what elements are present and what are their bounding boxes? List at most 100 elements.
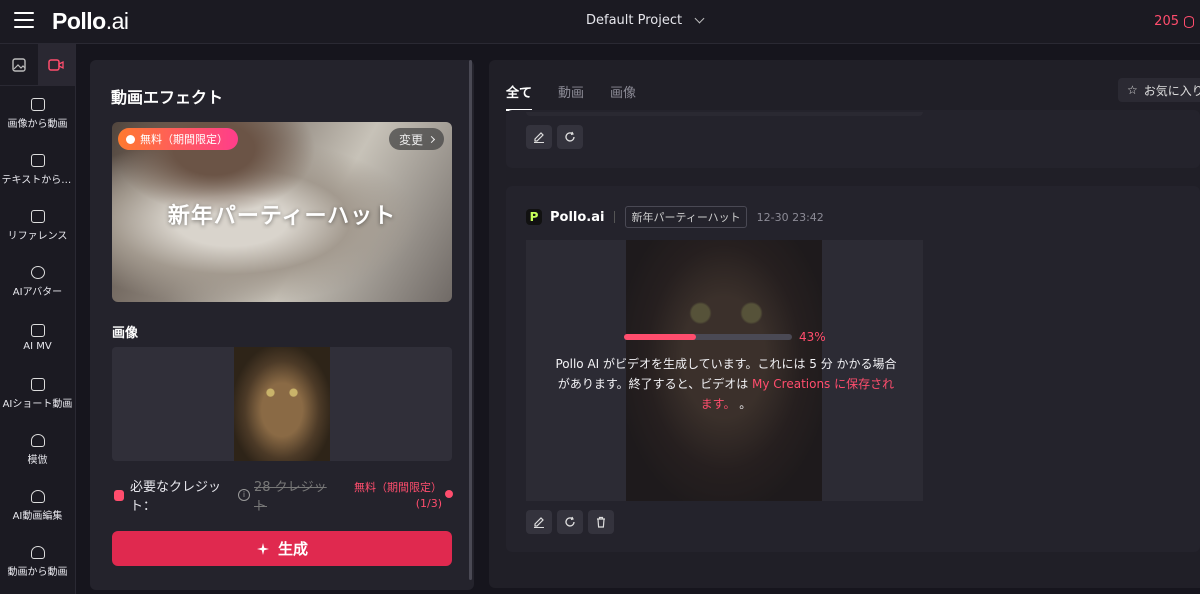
rail-item-ai-avatar[interactable]: AIアバター — [0, 254, 75, 310]
database-icon — [114, 490, 124, 501]
rail-item-text-to-video[interactable]: テキストから動画 — [0, 142, 75, 198]
image-section-label: 画像 — [112, 326, 139, 341]
creation-brand: Pollo.ai — [550, 209, 605, 225]
creation-timestamp: 12-30 23:42 — [756, 210, 824, 224]
creation-header: P Pollo.ai 新年パーティーハット 12-30 23:42 — [526, 206, 824, 228]
refresh-icon — [565, 516, 575, 527]
trash-icon — [597, 516, 605, 528]
top-bar: Pollo.ai Default Project 205 — [0, 0, 1200, 44]
info-icon[interactable]: i — [238, 489, 250, 501]
creation-card-current: P Pollo.ai 新年パーティーハット 12-30 23:42 43% Po… — [506, 186, 1200, 552]
effect-panel: 動画エフェクト 無料（期間限定） 変更 新年パーティーハット 画像 必要なクレジ… — [90, 60, 474, 590]
free-badge: 無料（期間限定） — [118, 128, 238, 150]
pencil-icon — [534, 132, 544, 143]
edit-button[interactable] — [526, 125, 552, 149]
timer-icon — [445, 490, 453, 498]
rail-item-reference[interactable]: リファレンス — [0, 198, 75, 254]
effect-name: 新年パーティーハット — [167, 204, 397, 229]
tab-image[interactable]: 画像 — [610, 82, 636, 111]
uploaded-cat-image — [234, 347, 330, 461]
rail-item-ai-video-edit[interactable]: AI動画編集 — [0, 478, 75, 534]
favorites-label: お気に入り — [1143, 83, 1200, 98]
mv-icon — [30, 324, 45, 337]
image-to-video-icon — [30, 98, 45, 111]
rail-item-label: テキストから動画 — [1, 175, 74, 186]
pencil-icon — [534, 517, 544, 528]
logo[interactable]: Pollo.ai — [52, 8, 129, 35]
rail-item-image-to-video[interactable]: 画像から動画 — [0, 86, 75, 142]
avatar-icon — [30, 266, 45, 279]
original-credit-cost: 28 クレジット — [254, 480, 327, 514]
refresh-icon — [565, 131, 575, 142]
star-icon: ☆ — [1127, 83, 1138, 97]
rail-item-imitate[interactable]: 模倣 — [0, 422, 75, 478]
credit-count: 205 — [1154, 14, 1179, 29]
rail-tabs — [0, 44, 75, 86]
video-to-video-icon — [30, 546, 45, 559]
rail-item-label: AIショート動画 — [2, 399, 73, 410]
creations-area: 全て 動画 画像 ☆ お気に入り P Pollo.ai 新年パーティーハット 1… — [489, 60, 1200, 588]
chevron-down-icon — [694, 13, 705, 24]
image-upload-area[interactable] — [112, 347, 452, 461]
generate-button[interactable]: 生成 — [112, 531, 452, 566]
rail-item-label: 画像から動画 — [7, 119, 68, 130]
project-selector[interactable]: Default Project — [586, 13, 705, 28]
creation-card-previous — [506, 110, 1200, 168]
rail-item-label: 模倣 — [27, 455, 48, 466]
short-video-icon — [30, 378, 45, 391]
credit-label: 必要なクレジット： — [130, 480, 222, 514]
regenerate-button[interactable] — [557, 510, 583, 534]
message-end: 。 — [735, 397, 752, 411]
left-rail: 画像から動画 テキストから動画 リファレンス AIアバター AI MV AIショ… — [0, 44, 76, 594]
change-effect-button[interactable]: 変更 — [388, 128, 444, 150]
video-edit-icon — [30, 490, 45, 503]
generation-progress-bar — [624, 334, 792, 340]
video-icon — [48, 59, 64, 71]
rail-item-video-to-video[interactable]: 動画から動画 — [0, 534, 75, 590]
rail-item-ai-short[interactable]: AIショート動画 — [0, 366, 75, 422]
rail-item-label: AIアバター — [12, 287, 63, 298]
generate-label: 生成 — [277, 540, 308, 558]
free-credit-cost: 無料（期間限定）(1/3) — [354, 481, 442, 510]
delete-button[interactable] — [588, 510, 614, 534]
menu-icon[interactable] — [14, 12, 34, 30]
generation-message: Pollo AI がビデオを生成しています。これには 5 分 かかる場合がありま… — [554, 354, 898, 414]
logo-suffix: .ai — [105, 8, 129, 34]
filter-tabs: 全て 動画 画像 — [506, 82, 636, 111]
panel-scrollbar[interactable] — [469, 60, 472, 580]
alarm-clock-icon — [126, 134, 135, 144]
coin-icon — [1184, 15, 1194, 28]
project-name: Default Project — [586, 13, 683, 28]
pollo-logo-icon: P — [526, 209, 542, 225]
image-mode-tab[interactable] — [0, 44, 38, 86]
reference-icon — [30, 210, 45, 223]
divider — [614, 211, 616, 223]
edit-button[interactable] — [526, 510, 552, 534]
rail-item-label: 動画から動画 — [7, 567, 68, 578]
video-preview: 43% Pollo AI がビデオを生成しています。これには 5 分 かかる場合… — [526, 240, 923, 501]
rail-item-label: AI MV — [23, 341, 52, 352]
chevron-right-icon — [427, 135, 436, 143]
regenerate-button[interactable] — [557, 125, 583, 149]
effect-preview-card[interactable]: 無料（期間限定） 変更 新年パーティーハット — [112, 122, 452, 302]
previous-media-edge — [526, 112, 923, 116]
image-icon — [12, 58, 26, 72]
favorites-button[interactable]: ☆ お気に入り — [1118, 78, 1200, 102]
imitate-icon — [30, 434, 45, 447]
change-label: 変更 — [398, 132, 423, 147]
progress-fill — [624, 334, 697, 340]
logo-main: Pollo — [52, 8, 106, 34]
sparkle-icon — [256, 542, 269, 555]
tab-video[interactable]: 動画 — [558, 82, 584, 111]
panel-title: 動画エフェクト — [111, 88, 224, 107]
text-to-video-icon — [30, 154, 45, 167]
tab-all[interactable]: 全て — [506, 82, 533, 111]
progress-percent: 43% — [799, 330, 826, 344]
credit-requirement-row: 必要なクレジット： i 28 クレジット 無料（期間限定）(1/3) — [112, 476, 456, 516]
video-mode-tab[interactable] — [37, 44, 75, 86]
free-badge-label: 無料（期間限定） — [140, 133, 228, 146]
rail-item-ai-mv[interactable]: AI MV — [0, 310, 75, 366]
effect-tag: 新年パーティーハット — [625, 206, 747, 228]
credit-balance[interactable]: 205 — [1154, 14, 1194, 29]
rail-item-label: AI動画編集 — [12, 511, 63, 522]
